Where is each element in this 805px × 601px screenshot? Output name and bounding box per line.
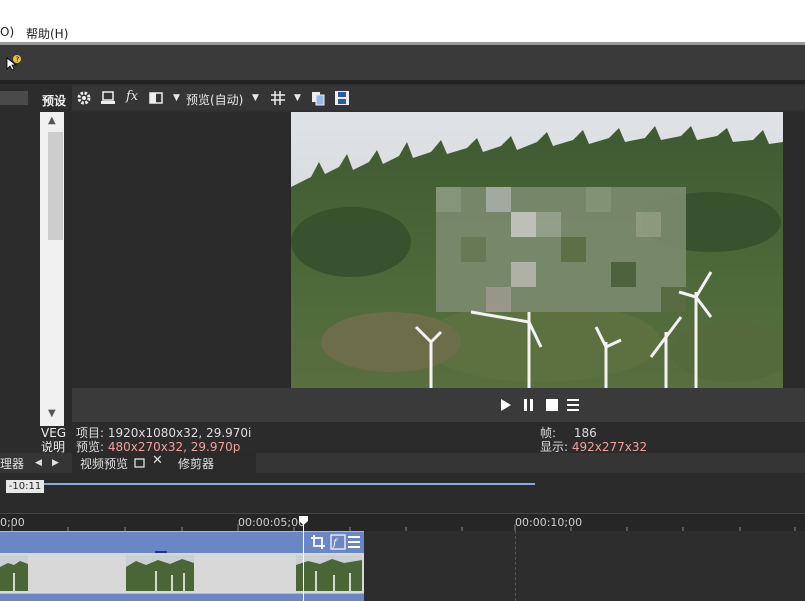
menu-item-view[interactable]: O)	[0, 25, 14, 39]
grid-line	[515, 531, 517, 601]
left-panel-field[interactable]	[0, 91, 28, 105]
menu-bar: O) 帮助(H)	[0, 0, 805, 42]
transport-menu-icon[interactable]	[566, 398, 580, 412]
playhead-line[interactable]	[303, 520, 304, 601]
tab-trimmer[interactable]: 修剪器	[178, 455, 214, 472]
event-pan-crop-icon[interactable]	[310, 534, 326, 550]
event-thumbnail	[0, 555, 28, 591]
cursor-time-label: -10:11	[6, 480, 44, 493]
undock-window-icon[interactable]	[134, 457, 146, 469]
ruler-ticks	[11, 524, 796, 531]
main-toolbar: ?	[0, 45, 805, 80]
tab-video-preview[interactable]: 视频预览	[80, 455, 128, 472]
empty-track-area[interactable]	[364, 531, 805, 601]
playhead-marker-icon[interactable]	[298, 515, 309, 526]
split-screen-icon[interactable]	[148, 90, 164, 106]
timeline-top-area	[0, 473, 805, 513]
close-tab-icon[interactable]: ✕	[152, 453, 163, 468]
preview-value: 480x270x32, 29.970p	[107, 440, 241, 454]
whats-this-help-icon[interactable]: ?	[5, 54, 23, 72]
preview-quality-dropdown-icon[interactable]: ▼	[252, 93, 259, 103]
pause-icon[interactable]	[522, 398, 536, 412]
scroll-down-icon[interactable]: ▼	[48, 408, 56, 419]
display-value: 492x277x32	[571, 440, 648, 454]
veg-label: VEG	[41, 426, 67, 440]
preset-label: 预设	[42, 94, 67, 108]
event-menu-icon[interactable]	[347, 534, 361, 550]
transport-bar	[72, 388, 805, 422]
description-label: 说明	[41, 440, 66, 454]
external-monitor-icon[interactable]	[100, 90, 116, 106]
video-frame	[291, 112, 783, 389]
save-snapshot-icon[interactable]	[334, 90, 350, 106]
tab-scroll-right-icon[interactable]: ▶	[52, 458, 59, 468]
display-label: 显示:	[540, 440, 569, 454]
tab-manager[interactable]: 理器	[0, 455, 24, 472]
timeline-loop-region[interactable]	[44, 483, 535, 485]
gear-icon[interactable]	[76, 90, 92, 106]
copy-snapshot-icon[interactable]	[310, 90, 326, 106]
tab-scroll-left-icon[interactable]: ◀	[35, 458, 42, 468]
preview-quality-select[interactable]: 预览(自动)	[186, 91, 243, 108]
event-thumbnail	[296, 555, 362, 591]
svg-text:f: f	[332, 538, 339, 549]
next-track-header[interactable]	[0, 594, 364, 601]
event-thumbnail	[126, 555, 194, 591]
split-dropdown-icon[interactable]: ▼	[173, 93, 180, 103]
overlays-dropdown-icon[interactable]: ▼	[294, 93, 301, 103]
svg-text:?: ?	[16, 56, 20, 64]
video-fx-icon[interactable]: fx	[126, 89, 138, 104]
scrollbar-thumb[interactable]	[48, 132, 63, 240]
overlays-grid-icon[interactable]	[270, 90, 286, 106]
preview-toolbar	[72, 86, 805, 110]
event-fx-icon[interactable]: f	[330, 534, 346, 550]
scroll-up-icon[interactable]: ▲	[48, 115, 56, 126]
preview-label: 预览:	[76, 440, 105, 454]
play-icon[interactable]	[499, 398, 513, 412]
menu-item-help[interactable]: 帮助(H)	[26, 25, 68, 42]
stop-icon[interactable]	[545, 398, 559, 412]
veg-description: VEG 说明	[41, 426, 66, 454]
